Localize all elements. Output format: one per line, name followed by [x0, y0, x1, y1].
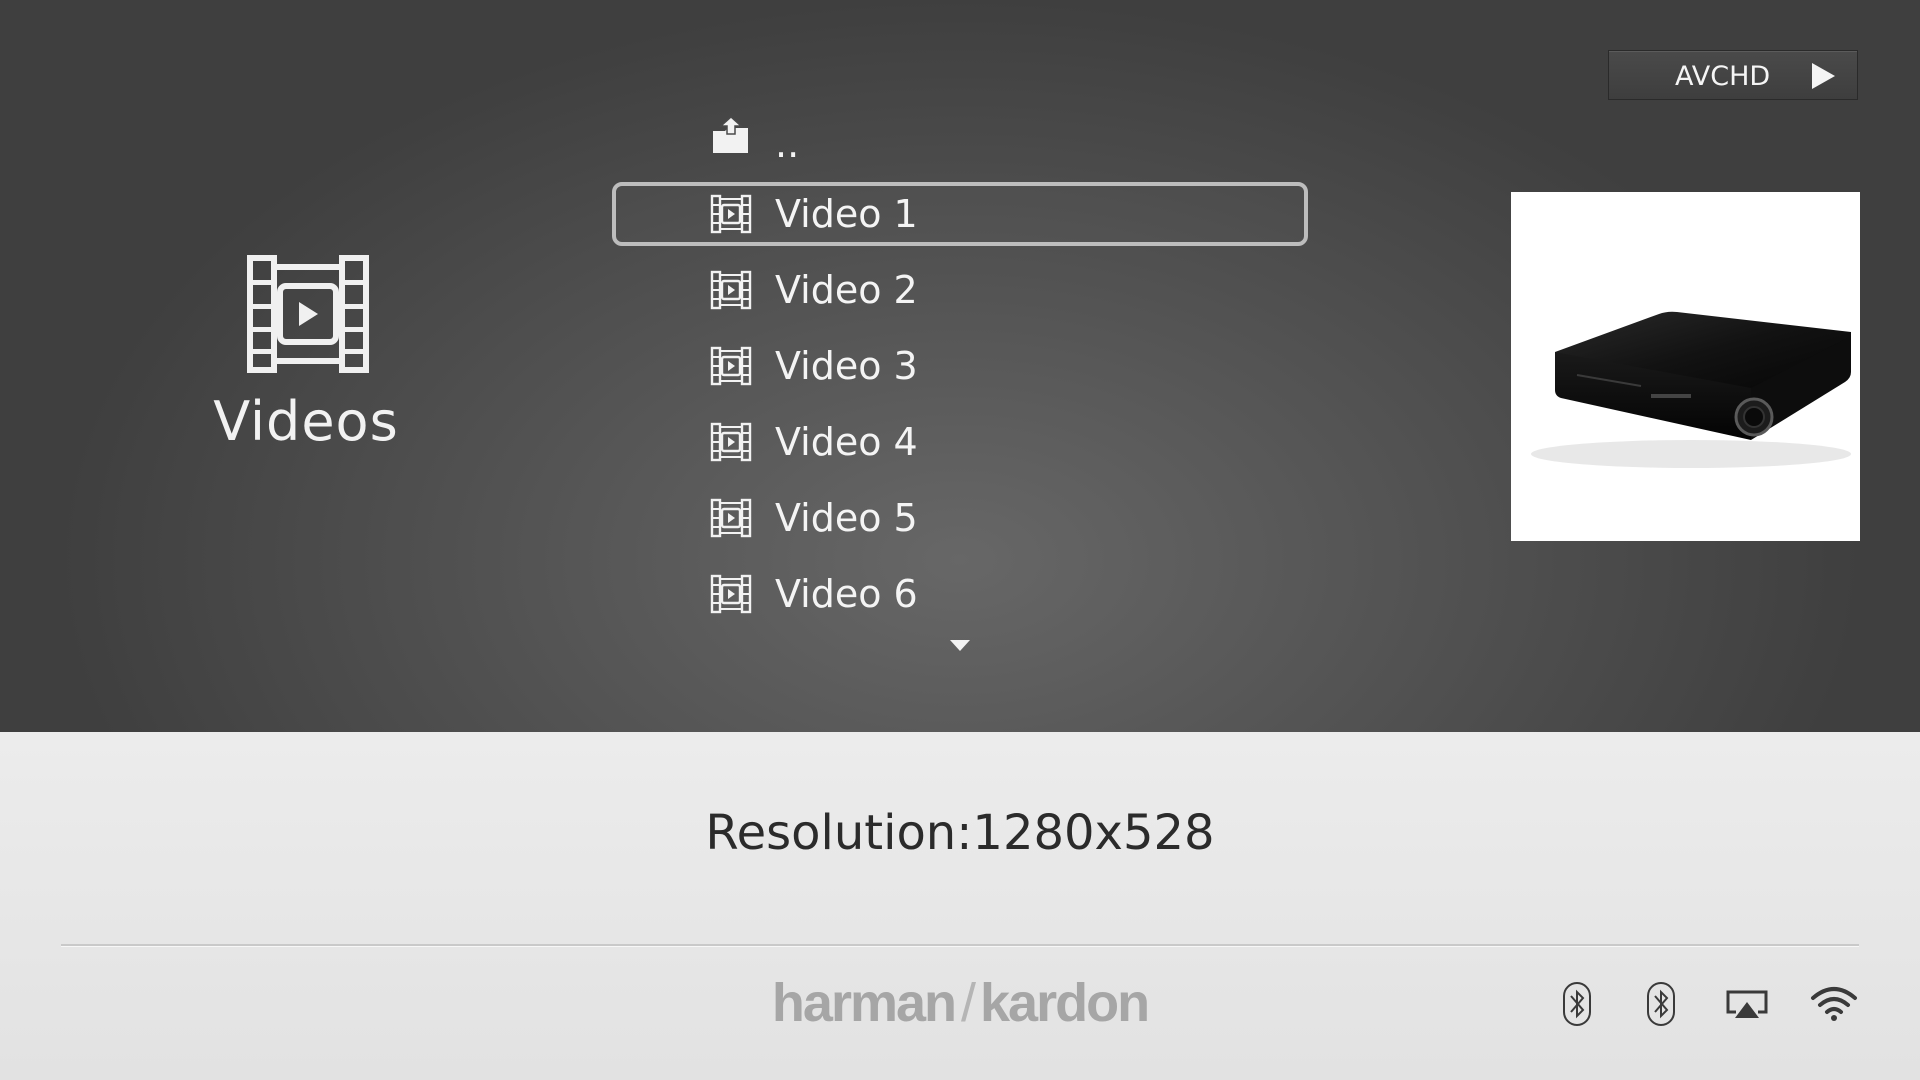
- film-icon: [710, 346, 752, 386]
- list-item-label: Video 1: [775, 192, 918, 236]
- film-icon: [710, 498, 752, 538]
- format-button-label: AVCHD: [1675, 61, 1771, 92]
- airplay-icon: [1726, 990, 1768, 1018]
- list-item-parent[interactable]: ..: [612, 104, 1308, 168]
- list-item-label: Video 3: [775, 344, 918, 388]
- list-item-label: ..: [775, 121, 800, 166]
- folder-up-icon: [713, 115, 748, 153]
- product-thumbnail: [1511, 192, 1860, 541]
- brand-logo-left: harman: [771, 973, 957, 1033]
- list-item-label: Video 2: [775, 268, 918, 312]
- list-item-video-2[interactable]: Video 2: [612, 258, 1308, 322]
- list-item-video-5[interactable]: Video 5: [612, 486, 1308, 550]
- format-button[interactable]: AVCHD: [1608, 50, 1858, 100]
- list-item-label: Video 4: [775, 420, 918, 464]
- device-image: [1531, 311, 1851, 468]
- brand-logo-right: kardon: [980, 973, 1150, 1033]
- resolution-info: Resolution:1280x528: [705, 805, 1215, 861]
- wifi-icon: [1811, 987, 1857, 1021]
- list-item-label: Video 6: [775, 572, 918, 616]
- bluetooth-icon: [1563, 982, 1591, 1026]
- film-icon: [710, 422, 752, 462]
- category-title: Videos: [213, 390, 399, 453]
- list-item-video-6[interactable]: Video 6: [612, 562, 1308, 626]
- bluetooth-icon: [1647, 982, 1675, 1026]
- film-icon: [710, 574, 752, 614]
- list-item-label: Video 5: [775, 496, 918, 540]
- brand-logo: harman / kardon: [771, 973, 1150, 1033]
- divider: [61, 944, 1859, 946]
- film-icon: [710, 194, 752, 234]
- chevron-down-icon[interactable]: [950, 640, 970, 652]
- list-item-video-1[interactable]: Video 1: [612, 182, 1308, 246]
- film-play-icon: [247, 255, 369, 373]
- list-item-video-4[interactable]: Video 4: [612, 410, 1308, 474]
- list-item-video-3[interactable]: Video 3: [612, 334, 1308, 398]
- film-icon: [710, 270, 752, 310]
- play-icon: [1812, 63, 1835, 89]
